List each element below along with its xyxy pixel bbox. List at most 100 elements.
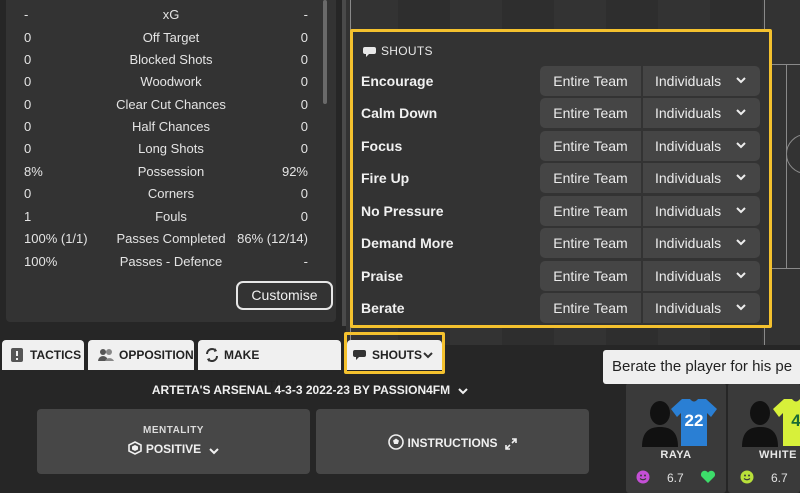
entire-team-button[interactable]: Entire Team <box>540 228 641 258</box>
morale-face-icon <box>740 470 754 484</box>
panel-scrollbar[interactable] <box>342 0 346 326</box>
stat-row: 0 Blocked Shots 0 <box>6 49 336 71</box>
shout-row-fire-up: Fire Up Entire Team Individuals <box>353 163 769 193</box>
player-card-raya[interactable]: 22 RAYA 6.7 <box>626 383 726 493</box>
chevron-down-icon <box>736 174 746 181</box>
speech-bubble-icon <box>363 47 376 57</box>
chevron-down-icon <box>736 272 746 279</box>
entire-team-button[interactable]: Entire Team <box>540 196 641 226</box>
stat-label: Corners <box>147 186 195 201</box>
stat-label: Long Shots <box>138 141 204 156</box>
stat-row: 8% Possession 92% <box>6 161 336 183</box>
stat-row: 0 Corners 0 <box>6 183 336 205</box>
chevron-down-icon <box>736 207 746 214</box>
entire-team-button[interactable]: Entire Team <box>540 131 641 161</box>
chevron-down-icon <box>208 448 219 455</box>
stat-row: 0 Clear Cut Chances 0 <box>6 94 336 116</box>
stat-away-value: 0 <box>300 30 308 45</box>
shout-row-encourage: Encourage Entire Team Individuals <box>353 66 769 96</box>
shout-label: Focus <box>361 138 403 154</box>
individuals-dropdown[interactable]: Individuals <box>643 66 760 96</box>
entire-team-button[interactable]: Entire Team <box>540 66 641 96</box>
individuals-label: Individuals <box>655 235 722 251</box>
stat-label: Fouls <box>155 209 187 224</box>
individuals-dropdown[interactable]: Individuals <box>643 163 760 193</box>
tactic-selector[interactable]: ARTETA'S ARSENAL 4-3-3 2022-23 BY PASSIO… <box>0 383 620 397</box>
stat-away-value: 0 <box>300 209 308 224</box>
tab-opposition[interactable]: OPPOSITION <box>88 340 194 370</box>
individuals-label: Individuals <box>655 105 722 121</box>
stat-away-value: 0 <box>300 141 308 156</box>
shout-label: Praise <box>361 268 404 284</box>
pitch-arc <box>786 134 800 174</box>
stat-away-value: 0 <box>300 97 308 112</box>
heart-icon <box>700 470 716 483</box>
individuals-dropdown[interactable]: Individuals <box>643 228 760 258</box>
individuals-dropdown[interactable]: Individuals <box>643 196 760 226</box>
shout-row-focus: Focus Entire Team Individuals <box>353 131 769 161</box>
chevron-down-icon <box>736 77 746 84</box>
individuals-dropdown[interactable]: Individuals <box>643 98 760 128</box>
stat-away-value: 0 <box>300 119 308 134</box>
tab-label: OPPOSITION <box>119 348 194 362</box>
mentality-icon <box>128 441 143 455</box>
instructions-label: INSTRUCTIONS <box>407 436 498 450</box>
stat-label: Woodwork <box>140 74 202 89</box>
chevron-down-icon <box>736 304 746 311</box>
football-icon <box>388 434 404 450</box>
player-name: WHITE <box>759 449 797 461</box>
shout-label: Demand More <box>361 235 454 251</box>
instructions-card[interactable]: INSTRUCTIONS <box>316 409 589 474</box>
stat-label: Passes - Defence <box>119 254 223 269</box>
shouts-title: SHOUTS <box>381 44 433 58</box>
individuals-label: Individuals <box>655 170 722 186</box>
chevron-down-icon <box>736 239 746 246</box>
stat-row: - xG - <box>6 4 336 26</box>
stat-away-value: - <box>303 7 308 22</box>
entire-team-button[interactable]: Entire Team <box>540 163 641 193</box>
shirt-number: 4 <box>791 411 800 430</box>
shouts-header: SHOUTS <box>363 44 433 58</box>
individuals-label: Individuals <box>655 73 722 89</box>
shout-row-no-pressure: No Pressure Entire Team Individuals <box>353 196 769 226</box>
player-rating: 6.7 <box>667 471 684 485</box>
individuals-label: Individuals <box>655 300 722 316</box>
match-stats-panel: - xG - 0 Off Target 0 0 Blocked Shots 0 0 Woodw… <box>6 0 336 322</box>
stat-row: 0 Long Shots 0 <box>6 138 336 160</box>
player-name: RAYA <box>660 449 692 461</box>
stat-label: Blocked Shots <box>129 52 213 67</box>
mentality-value[interactable]: POSITIVE <box>37 441 310 456</box>
shout-row-demand-more: Demand More Entire Team Individuals <box>353 228 769 258</box>
stat-label: Off Target <box>142 30 200 45</box>
entire-team-button[interactable]: Entire Team <box>540 261 641 291</box>
stat-away-value: 0 <box>300 52 308 67</box>
individuals-dropdown[interactable]: Individuals <box>643 293 760 323</box>
shout-label: Berate <box>361 300 405 316</box>
stat-row: 100% Passes - Defence - <box>6 251 336 273</box>
tab-label: TACTICS <box>30 348 82 362</box>
tab-tactics[interactable]: TACTICS <box>2 340 84 370</box>
individuals-label: Individuals <box>655 138 722 154</box>
mentality-label: MENTALITY <box>143 425 204 436</box>
individuals-dropdown[interactable]: Individuals <box>643 261 760 291</box>
chevron-down-icon <box>458 388 468 395</box>
entire-team-button[interactable]: Entire Team <box>540 98 641 128</box>
tactics-icon <box>11 348 23 362</box>
individuals-label: Individuals <box>655 268 722 284</box>
people-icon <box>98 349 114 361</box>
entire-team-button[interactable]: Entire Team <box>540 293 641 323</box>
individuals-label: Individuals <box>655 203 722 219</box>
stat-label: xG <box>162 7 180 22</box>
chevron-down-icon <box>736 142 746 149</box>
mentality-card[interactable]: MENTALITY POSITIVE <box>37 409 310 474</box>
instructions-button[interactable]: INSTRUCTIONS <box>316 434 589 450</box>
tab-make-substitution[interactable]: MAKE SUBSTITUTION <box>198 340 341 392</box>
player-card-white[interactable]: 4 WHITE 6.7 <box>728 383 800 493</box>
customise-button[interactable]: Customise <box>236 281 333 310</box>
individuals-dropdown[interactable]: Individuals <box>643 131 760 161</box>
stat-label: Clear Cut Chances <box>116 97 226 112</box>
stat-row: 100% (1/1) Passes Completed 86% (12/14) <box>6 228 336 250</box>
shout-label: Encourage <box>361 73 434 89</box>
shout-row-praise: Praise Entire Team Individuals <box>353 261 769 291</box>
stat-away-value: 92% <box>281 164 308 179</box>
